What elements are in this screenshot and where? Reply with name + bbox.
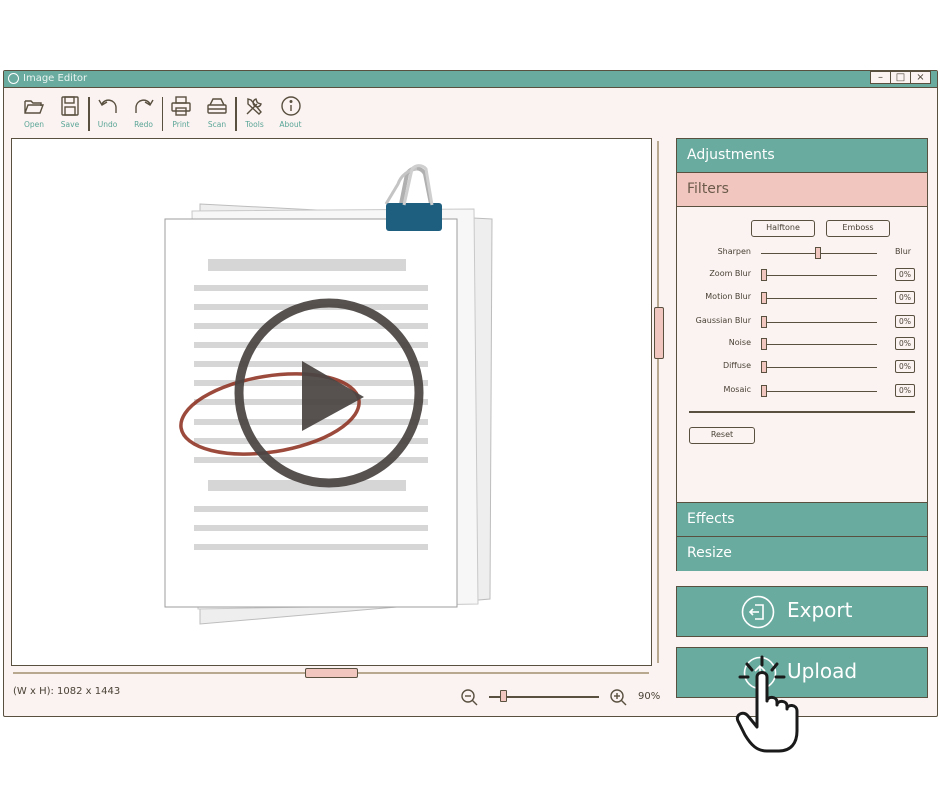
app-circle-icon	[8, 73, 19, 84]
printer-icon	[171, 96, 191, 116]
section-filters[interactable]: Filters	[677, 173, 927, 207]
adjustment-panel: Adjustments Filters Halftone Emboss Shar…	[676, 138, 928, 571]
redo-button[interactable]: Redo	[126, 95, 162, 129]
noise-value[interactable]: 0%	[895, 337, 915, 350]
minimize-button[interactable]: –	[870, 71, 891, 84]
close-button[interactable]: ×	[910, 71, 931, 84]
page-heading-line	[208, 259, 406, 271]
blur-label: Blur	[895, 247, 912, 256]
zoom-blur-track[interactable]	[761, 275, 877, 277]
tools-icon	[246, 98, 262, 115]
mosaic-value[interactable]: 0%	[895, 384, 915, 397]
scanner-icon	[207, 98, 227, 114]
motion-blur-thumb[interactable]	[761, 292, 767, 304]
diffuse-thumb[interactable]	[761, 361, 767, 373]
undo-icon	[97, 99, 117, 113]
about-button[interactable]: About	[273, 95, 309, 129]
motion-blur-row: Motion Blur 0%	[677, 290, 927, 308]
motion-blur-track[interactable]	[761, 298, 877, 300]
tools-button[interactable]: Tools	[237, 95, 273, 129]
section-resize[interactable]: Resize	[677, 537, 927, 571]
image-canvas[interactable]	[11, 138, 652, 666]
image-dimensions: (W x H): 1082 x 1443	[13, 686, 121, 697]
gaussian-blur-value[interactable]: 0%	[895, 315, 915, 328]
filters-divider	[689, 411, 915, 413]
floppy-save-icon	[61, 96, 79, 116]
window-controls: – □ ×	[870, 71, 931, 84]
folder-open-icon	[24, 100, 45, 114]
title-bar: Image Editor – □ ×	[4, 71, 937, 88]
export-arrow-icon	[741, 595, 775, 629]
zoom-out-icon[interactable]	[460, 688, 478, 706]
noise-row: Noise 0%	[677, 336, 927, 354]
sharpen-label: Sharpen	[717, 247, 751, 256]
sharpen-blur-row: Sharpen Blur	[677, 245, 927, 263]
open-button[interactable]: Open	[16, 95, 52, 129]
vertical-scroll-track[interactable]	[657, 141, 659, 663]
halftone-button[interactable]: Halftone	[751, 220, 815, 237]
redo-icon	[134, 99, 154, 113]
sharpen-blur-thumb[interactable]	[815, 247, 821, 259]
window-title: Image Editor	[23, 73, 88, 84]
print-button[interactable]: Print	[163, 95, 199, 129]
zoom-blur-thumb[interactable]	[761, 269, 767, 281]
mosaic-thumb[interactable]	[761, 385, 767, 397]
gaussian-blur-track[interactable]	[761, 322, 877, 324]
image-editor-window: Image Editor – □ × Open Save Undo Redo P…	[3, 70, 938, 717]
zoom-percentage: 90%	[638, 691, 661, 702]
pointer-hand-icon	[735, 655, 799, 753]
motion-blur-value[interactable]: 0%	[895, 291, 915, 304]
zoom-slider-thumb[interactable]	[500, 690, 507, 702]
diffuse-track[interactable]	[761, 367, 877, 369]
undo-button[interactable]: Undo	[90, 95, 126, 129]
zoom-in-icon[interactable]	[609, 688, 627, 706]
info-icon	[280, 96, 301, 116]
binder-clip-icon	[384, 164, 442, 231]
gaussian-blur-thumb[interactable]	[761, 316, 767, 328]
section-adjustments[interactable]: Adjustments	[677, 139, 927, 173]
save-button[interactable]: Save	[52, 95, 88, 129]
gaussian-blur-row: Gaussian Blur 0%	[677, 314, 927, 332]
section-effects[interactable]: Effects	[677, 503, 927, 537]
export-button[interactable]: Export	[676, 586, 928, 637]
zoom-blur-value[interactable]: 0%	[895, 268, 915, 281]
scan-button[interactable]: Scan	[199, 95, 235, 129]
mosaic-row: Mosaic 0%	[677, 383, 927, 401]
diffuse-row: Diffuse 0%	[677, 359, 927, 377]
reset-button[interactable]: Reset	[689, 427, 755, 444]
noise-thumb[interactable]	[761, 338, 767, 350]
zoom-blur-row: Zoom Blur 0%	[677, 267, 927, 285]
diffuse-value[interactable]: 0%	[895, 360, 915, 373]
maximize-button[interactable]: □	[890, 71, 911, 84]
mosaic-track[interactable]	[761, 391, 877, 393]
vertical-scroll-thumb[interactable]	[654, 307, 664, 359]
noise-track[interactable]	[761, 344, 877, 346]
horizontal-scroll-thumb[interactable]	[305, 668, 358, 678]
emboss-button[interactable]: Emboss	[826, 220, 890, 237]
toolbar: Open Save Undo Redo Print Scan Tools Abo…	[16, 95, 309, 135]
filters-body: Halftone Emboss Sharpen Blur Zoom Blur 0…	[677, 207, 927, 503]
document-video-preview	[164, 164, 493, 625]
